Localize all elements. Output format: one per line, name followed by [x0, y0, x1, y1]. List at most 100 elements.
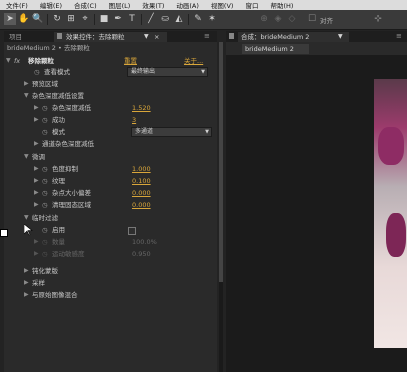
tab-composition[interactable]: 合成：brideMedium 2 ▼ — [238, 32, 349, 42]
toolbar-divider — [94, 14, 95, 25]
twirl-closed-icon[interactable]: ▶ — [34, 200, 39, 210]
channel-noise-label: 通道杂色深度减低 — [42, 140, 94, 148]
about-button[interactable]: 关于... — [184, 56, 203, 66]
clone-stamp-tool-icon[interactable]: ⛀ — [159, 13, 171, 25]
twirl-closed-icon[interactable]: ▶ — [24, 290, 29, 300]
menu-animation[interactable]: 动画(A) — [170, 0, 205, 10]
stopwatch-icon[interactable]: ◷ — [42, 127, 48, 137]
lock-icon[interactable] — [229, 33, 234, 39]
tab-comp-brideMedium-2[interactable]: brideMedium 2 — [242, 44, 309, 54]
twirl-closed-icon[interactable]: ▶ — [34, 115, 39, 125]
eraser-tool-icon[interactable]: ◭ — [173, 13, 185, 25]
tab-composition-label: 合成：brideMedium 2 — [241, 33, 310, 41]
menu-effect[interactable]: 效果(T) — [136, 0, 170, 10]
tab-close-icon[interactable]: × — [154, 32, 159, 42]
mode-dropdown[interactable]: 多通道 ▼ — [131, 127, 212, 137]
panel-menu-icon[interactable]: ≡ — [396, 32, 402, 40]
rotate-tool-icon[interactable]: ↻ — [51, 13, 63, 25]
twirl-closed-icon[interactable]: ▶ — [34, 103, 39, 113]
tab-effect-controls[interactable]: 效果控件：去除颗粒 ▼ × — [54, 32, 167, 42]
twirl-closed-icon[interactable]: ▶ — [34, 249, 39, 259]
text-tool-icon[interactable]: T — [126, 13, 138, 25]
pen-tool-icon[interactable]: ✒ — [112, 13, 124, 25]
stopwatch-icon[interactable]: ◷ — [42, 225, 48, 235]
param-row: ▶ ◷ 色度抑制 1.000 — [4, 164, 217, 174]
world-axis-icon[interactable]: ◈ — [272, 13, 284, 25]
resize-handle[interactable] — [0, 229, 8, 237]
chroma-suppression-value[interactable]: 1.000 — [132, 164, 151, 174]
group-row: ▼ 临时过滤 — [4, 213, 217, 223]
scrollbar-thumb[interactable] — [219, 42, 223, 282]
noise-size-bias-value[interactable]: 0.000 — [132, 188, 151, 198]
noise-reduction-settings-label: 杂色深度减低设置 — [32, 92, 84, 100]
twirl-open-icon[interactable]: ▼ — [24, 152, 29, 162]
twirl-closed-icon[interactable]: ▶ — [34, 237, 39, 247]
menu-file[interactable]: 文件(F) — [0, 0, 34, 10]
texture-value[interactable]: 0.100 — [132, 176, 151, 186]
stopwatch-icon[interactable]: ◷ — [42, 176, 48, 186]
puppet-tool-icon[interactable]: ✶ — [206, 13, 218, 25]
stopwatch-icon[interactable]: ◷ — [42, 115, 48, 125]
view-mode-dropdown[interactable]: 最终输出 ▼ — [127, 67, 208, 77]
menu-edit[interactable]: 编辑(E) — [34, 0, 68, 10]
stopwatch-icon[interactable]: ◷ — [42, 188, 48, 198]
stopwatch-icon[interactable]: ◷ — [42, 103, 48, 113]
menu-composition[interactable]: 合成(C) — [68, 0, 103, 10]
menu-layer[interactable]: 图层(L) — [103, 0, 137, 10]
tab-dropdown-icon[interactable]: ▼ — [144, 32, 149, 42]
fx-badge[interactable]: fx — [14, 56, 20, 66]
brush-tool-icon[interactable]: ╱ — [145, 13, 157, 25]
flower-image-region — [386, 213, 406, 257]
twirl-closed-icon[interactable]: ▶ — [34, 188, 39, 198]
stopwatch-icon[interactable]: ◷ — [34, 67, 40, 77]
param-row: ▶ ◷ 杂点大小偏差 0.000 — [4, 188, 217, 198]
roto-brush-tool-icon[interactable]: ✎ — [192, 13, 204, 25]
enable-checkbox[interactable] — [128, 227, 136, 235]
snap-checkbox-icon[interactable]: ☐ — [306, 13, 318, 25]
texture-label: 纹理 — [52, 177, 65, 185]
snap-options-icon[interactable]: ⊹ — [372, 13, 384, 25]
panel-menu-icon[interactable]: ≡ — [204, 32, 210, 40]
menu-window[interactable]: 窗口 — [239, 0, 264, 10]
twirl-closed-icon[interactable]: ▶ — [24, 79, 29, 89]
rectangle-tool-icon[interactable]: ■ — [98, 13, 110, 25]
zoom-tool-icon[interactable]: 🔍 — [32, 13, 44, 25]
stopwatch-icon[interactable]: ◷ — [42, 237, 48, 247]
twirl-closed-icon[interactable]: ▶ — [24, 266, 29, 276]
clean-solid-areas-value[interactable]: 0.000 — [132, 200, 151, 210]
twirl-open-icon[interactable]: ▼ — [24, 91, 29, 101]
noise-size-bias-label: 杂点大小偏差 — [52, 189, 91, 197]
effect-expand-twirl-icon[interactable]: ▼ — [6, 56, 11, 66]
comp-subtabs: brideMedium 2 — [226, 43, 407, 54]
motion-sensitivity-label: 运动敏感度 — [52, 250, 85, 258]
tab-project[interactable]: 项目 — [6, 32, 53, 42]
passes-value[interactable]: 3 — [132, 115, 136, 125]
lock-icon[interactable] — [57, 33, 62, 39]
blend-with-original-label: 与原始图像混合 — [32, 291, 78, 299]
menu-view[interactable]: 视图(V) — [205, 0, 240, 10]
menu-help[interactable]: 帮助(H) — [264, 0, 299, 10]
twirl-closed-icon[interactable]: ▶ — [34, 176, 39, 186]
twirl-closed-icon[interactable]: ▶ — [34, 164, 39, 174]
tab-dropdown-icon[interactable]: ▼ — [338, 32, 343, 42]
param-row: ▶ ◷ 清理固态区域 0.000 — [4, 200, 217, 210]
twirl-closed-icon[interactable]: ▶ — [24, 278, 29, 288]
noise-reduction-value[interactable]: 1.520 — [132, 103, 151, 113]
local-axis-icon[interactable]: ⊕ — [258, 13, 270, 25]
mode-value: 多通道 — [135, 128, 154, 135]
camera-tool-icon[interactable]: ⊞ — [65, 13, 77, 25]
pan-behind-tool-icon[interactable]: ⌖ — [79, 13, 91, 25]
selection-tool-icon[interactable]: ➤ — [4, 13, 16, 25]
reset-button[interactable]: 重置 — [124, 56, 137, 66]
stopwatch-icon[interactable]: ◷ — [42, 164, 48, 174]
twirl-closed-icon[interactable]: ▶ — [34, 139, 39, 149]
hand-tool-icon[interactable]: ✋ — [18, 13, 30, 25]
align-label: 对齐 — [320, 17, 333, 25]
stopwatch-icon[interactable]: ◷ — [42, 200, 48, 210]
tab-project-label: 项目 — [9, 33, 22, 41]
view-axis-icon[interactable]: ◇ — [286, 13, 298, 25]
stopwatch-icon[interactable]: ◷ — [42, 249, 48, 259]
composition-tabbar: 合成：brideMedium 2 ▼ ≡ — [226, 31, 407, 42]
twirl-open-icon[interactable]: ▼ — [24, 213, 29, 223]
temporal-filtering-label: 临时过滤 — [32, 214, 58, 222]
